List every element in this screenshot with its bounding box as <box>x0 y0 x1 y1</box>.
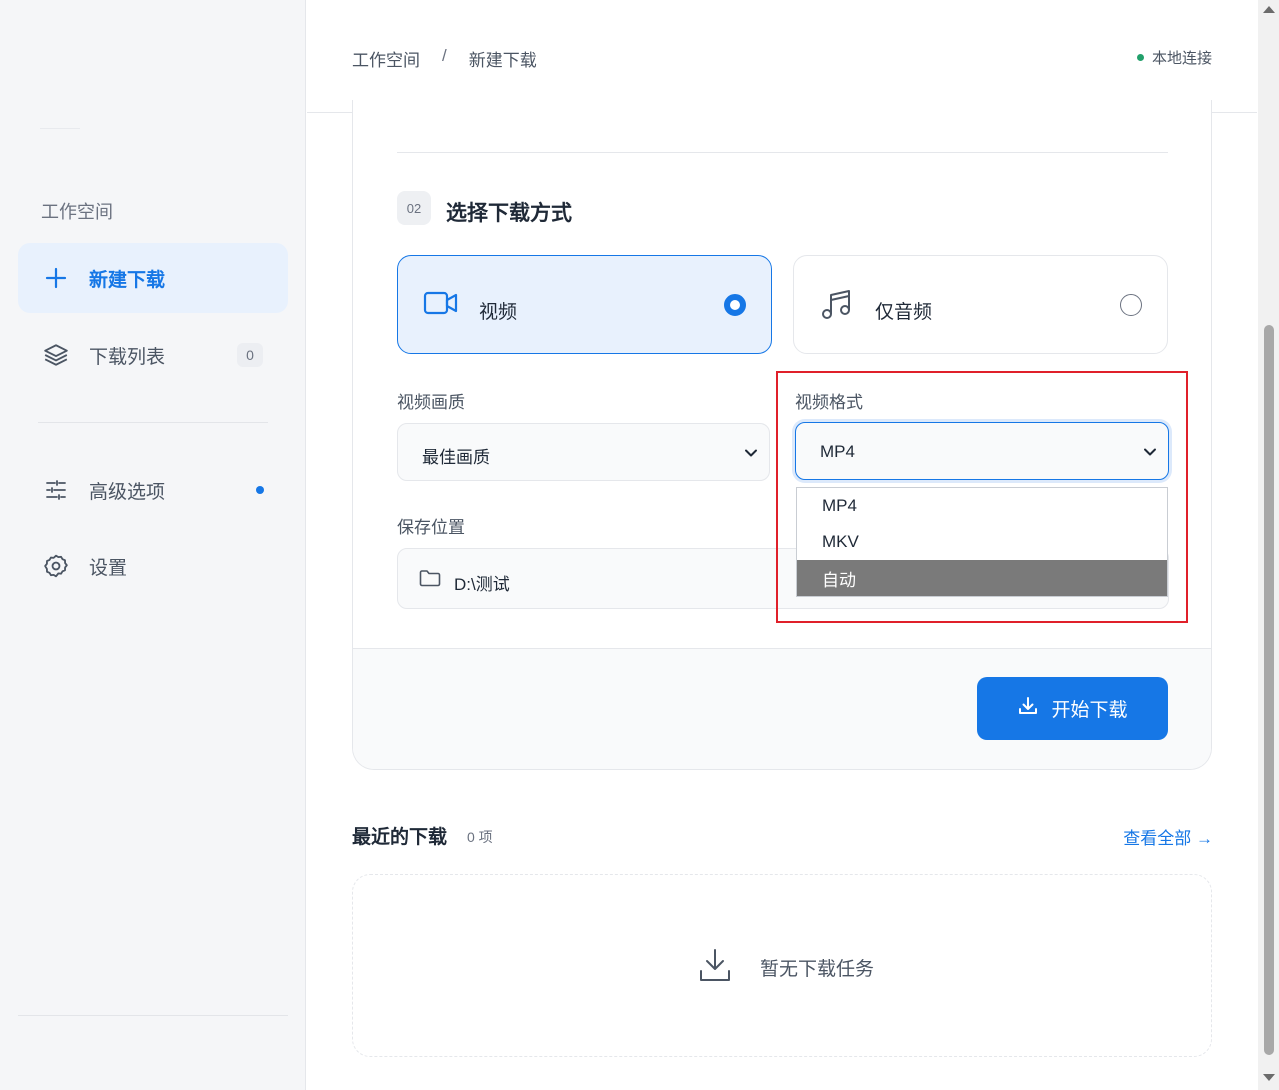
section-divider <box>397 152 1168 153</box>
mode-option-audio[interactable]: 仅音频 <box>793 255 1168 354</box>
breadcrumb-current: 新建下载 <box>468 51 537 70</box>
sidebar-item-download-list[interactable]: 下载列表 0 <box>18 320 288 390</box>
card-footer: 开始下载 <box>353 648 1211 769</box>
sidebar-bottom-divider <box>18 1015 288 1016</box>
logo-placeholder <box>40 128 80 129</box>
folder-icon <box>419 569 441 592</box>
chevron-down-icon <box>743 445 759 466</box>
empty-state-text: 暂无下载任务 <box>760 959 875 980</box>
download-tray-icon <box>698 947 732 988</box>
save-path-value: D:\测试 <box>454 575 510 594</box>
notification-dot <box>256 486 264 494</box>
scrollbar-thumb[interactable] <box>1264 325 1274 1055</box>
sidebar-item-label: 高级选项 <box>89 481 166 503</box>
sidebar-item-label: 下载列表 <box>89 346 166 368</box>
breadcrumb: 工作空间 / 新建下载 <box>352 46 537 71</box>
scroll-up-arrow-icon[interactable] <box>1263 6 1275 13</box>
sidebar-divider <box>38 422 268 423</box>
radio-audio[interactable] <box>1120 294 1142 316</box>
view-all-link[interactable]: 查看全部 → <box>1123 824 1213 849</box>
status-dot <box>1136 54 1144 61</box>
breadcrumb-separator: / <box>442 46 447 65</box>
sidebar-item-label: 设置 <box>89 557 128 579</box>
quality-value: 最佳画质 <box>422 448 490 467</box>
empty-state: 暂无下载任务 <box>698 947 874 988</box>
sidebar-item-advanced[interactable]: 高级选项 <box>18 455 288 525</box>
sliders-icon <box>42 476 70 504</box>
mode-label-audio: 仅音频 <box>875 302 933 323</box>
step-badge: 02 <box>397 191 431 225</box>
plus-icon <box>42 264 70 292</box>
recent-downloads-empty: 暂无下载任务 <box>352 874 1212 1057</box>
highlight-box <box>776 371 1188 623</box>
quality-select[interactable]: 最佳画质 <box>397 423 770 481</box>
sidebar-item-label: 新建下载 <box>89 269 166 291</box>
start-download-label: 开始下载 <box>1051 700 1128 721</box>
scroll-down-arrow-icon[interactable] <box>1263 1074 1275 1081</box>
music-note-icon <box>819 288 853 327</box>
breadcrumb-workspace[interactable]: 工作空间 <box>352 46 420 71</box>
layers-icon <box>42 341 70 369</box>
recent-downloads-title: 最近的下载 <box>352 827 448 848</box>
download-icon <box>1017 695 1039 723</box>
radio-video[interactable] <box>724 294 746 316</box>
scrollbar[interactable] <box>1258 0 1279 1090</box>
quality-label: 视频画质 <box>397 393 465 412</box>
sidebar-item-settings[interactable]: 设置 <box>18 531 288 601</box>
start-download-button[interactable]: 开始下载 <box>977 677 1168 740</box>
mode-label-video: 视频 <box>479 302 518 323</box>
connection-status: 本地连接 <box>1136 47 1212 68</box>
sidebar: 工作空间 新建下载 下载列表 0 高级选项 设置 <box>0 0 306 1090</box>
sidebar-section-title: 工作空间 <box>41 202 113 222</box>
recent-downloads-count: 0 项 <box>467 829 493 845</box>
video-camera-icon <box>423 288 459 323</box>
step-title: 选择下载方式 <box>446 202 572 225</box>
gear-icon <box>42 552 70 580</box>
mode-option-video[interactable]: 视频 <box>397 255 772 354</box>
sidebar-item-new-download[interactable]: 新建下载 <box>18 243 288 313</box>
download-count-badge: 0 <box>237 343 263 367</box>
save-location-label: 保存位置 <box>397 518 465 537</box>
top-header: 工作空间 / 新建下载 本地连接 <box>307 0 1257 113</box>
connection-status-label: 本地连接 <box>1151 50 1212 67</box>
